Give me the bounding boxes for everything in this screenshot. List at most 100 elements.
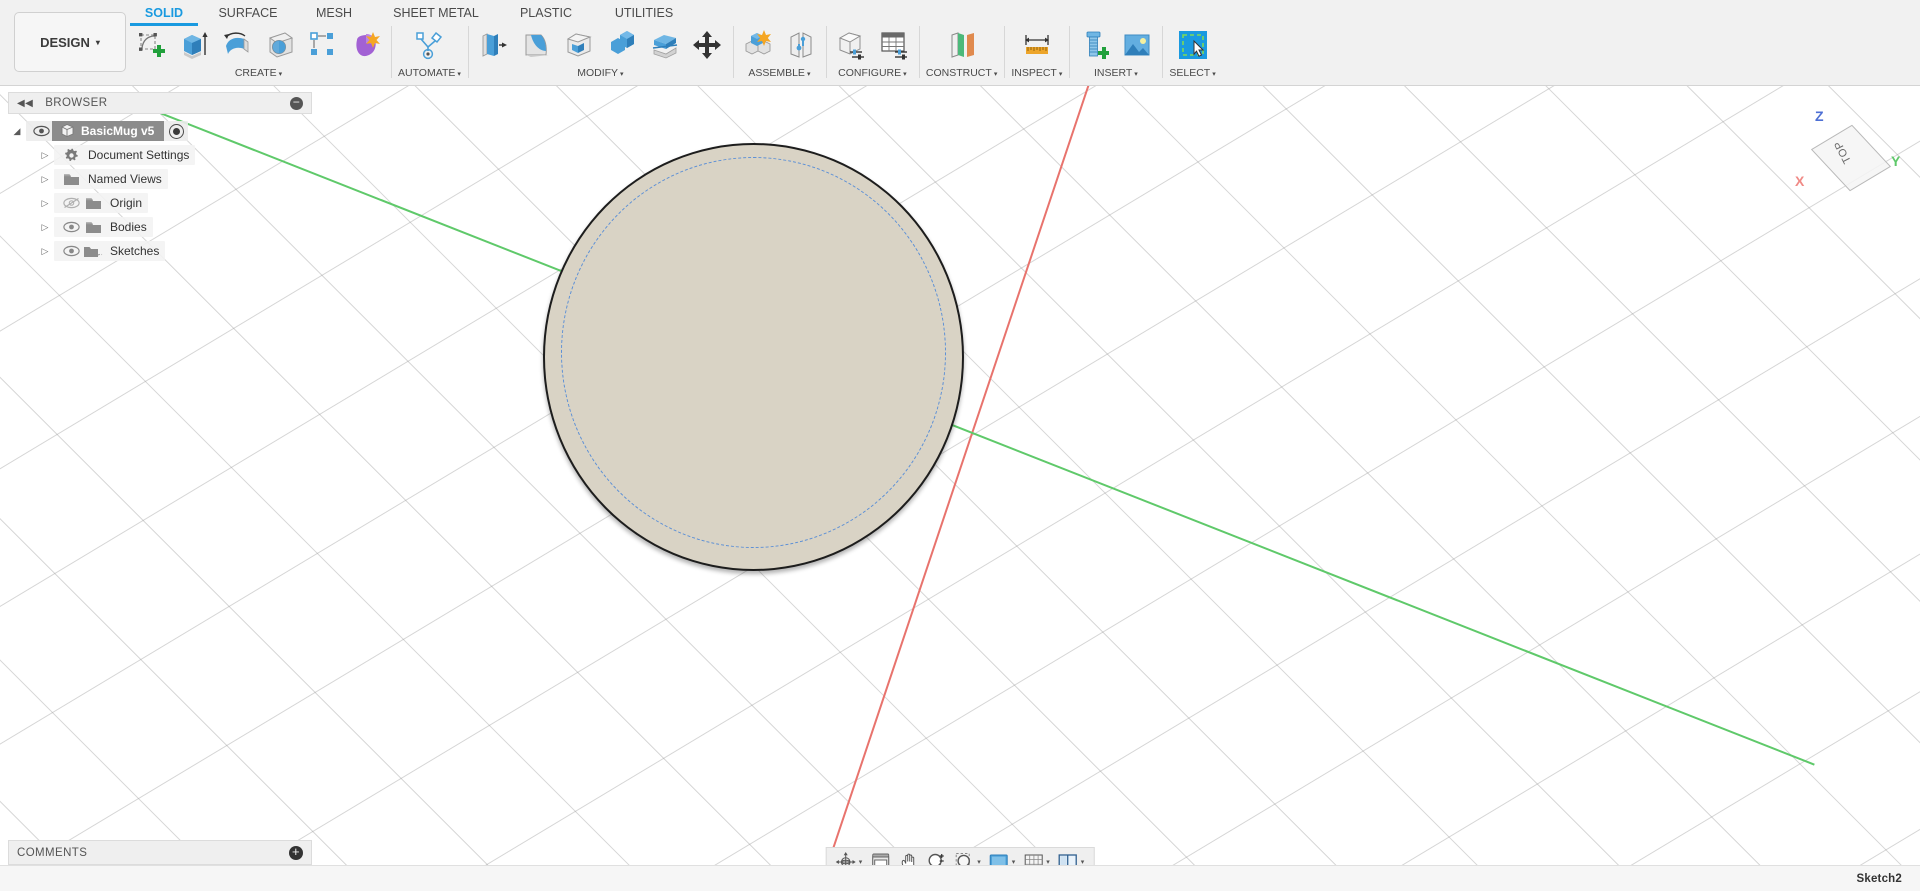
tool-group-insert: INSERT ▾ xyxy=(1069,24,1162,86)
tree-item-origin[interactable]: ▷ Origin xyxy=(8,191,312,215)
folder-icon xyxy=(82,220,104,234)
tree-item-basicmug-label-box[interactable]: BasicMug v5 xyxy=(52,121,165,141)
tool-group-label[interactable]: MODIFY ▾ xyxy=(577,67,623,79)
tool-group-label[interactable]: SELECT ▾ xyxy=(1169,67,1215,79)
tree-item-label: Sketches xyxy=(110,244,160,258)
combine-icon[interactable] xyxy=(604,26,640,64)
split-face-icon[interactable] xyxy=(647,26,683,64)
configure-body-icon[interactable] xyxy=(833,26,869,64)
tool-group-label-text: INSERT xyxy=(1093,67,1133,79)
tool-group-label-text: ASSEMBLE xyxy=(748,67,805,79)
sweep-icon[interactable] xyxy=(262,26,298,64)
ribbon-tab-surface[interactable]: SURFACE xyxy=(202,4,294,26)
tool-group-label[interactable]: AUTOMATE ▾ xyxy=(398,67,461,79)
tree-item-document-settings[interactable]: ▷ Document Settings xyxy=(8,143,312,167)
insert-image-icon[interactable] xyxy=(1119,26,1155,64)
ribbon-tab-solid[interactable]: SOLID xyxy=(126,4,202,26)
sketch-circle-profile[interactable] xyxy=(561,157,946,548)
folder-icon xyxy=(82,196,104,210)
comments-panel[interactable]: COMMENTS + xyxy=(8,840,312,865)
ribbon-tab-label: SURFACE xyxy=(218,6,278,20)
shell-icon[interactable] xyxy=(561,26,597,64)
form-icon[interactable] xyxy=(348,26,384,64)
axis-label-z: Z xyxy=(1815,108,1824,124)
tool-group-create: CREATE ▾ xyxy=(126,24,391,86)
automate-icon[interactable] xyxy=(411,26,447,64)
ribbon-tab-mesh[interactable]: MESH xyxy=(294,4,374,26)
add-comment-icon[interactable]: + xyxy=(289,845,303,860)
tool-group-label-text: CONSTRUCT xyxy=(925,67,992,79)
ribbon-tab-utilities[interactable]: UTILITIES xyxy=(594,4,694,26)
tool-group-label[interactable]: CREATE ▾ xyxy=(235,67,282,79)
view-cube[interactable]: TOP Z X Y xyxy=(1795,108,1915,213)
eye-icon[interactable] xyxy=(30,125,52,137)
create-sketch-icon[interactable] xyxy=(133,26,169,64)
tool-group-inspect: INSPECT ▾ xyxy=(1004,24,1069,86)
browser-panel: ◀◀ BROWSER − ◢ BasicMug v5 ▷ Document Se… xyxy=(8,92,312,263)
browser-tree: ◢ BasicMug v5 ▷ Document Settings ▷ Name… xyxy=(8,114,312,263)
chevron-down-icon: ▾ xyxy=(1134,71,1138,78)
mug-body-circle[interactable] xyxy=(543,143,964,571)
tool-group-construct: CONSTRUCT ▾ xyxy=(918,24,1004,86)
expand-arrow-icon[interactable]: ▷ xyxy=(36,174,54,185)
collapse-panel-icon[interactable]: ◀◀ xyxy=(17,98,33,109)
active-sketch-label: Sketch2 xyxy=(1856,872,1902,885)
expand-arrow-icon[interactable]: ▷ xyxy=(36,246,54,257)
fillet-icon[interactable] xyxy=(518,26,554,64)
tool-group-assemble: ASSEMBLE ▾ xyxy=(732,24,826,86)
tree-item-sketches[interactable]: ▷ Sketches xyxy=(8,239,312,263)
tool-group-label-text: AUTOMATE xyxy=(398,67,456,79)
insert-mcmaster-icon[interactable] xyxy=(1076,26,1112,64)
pattern-icon[interactable] xyxy=(305,26,341,64)
expand-arrow-icon[interactable]: ◢ xyxy=(8,126,26,137)
eye-icon[interactable] xyxy=(60,245,82,257)
expand-arrow-icon[interactable]: ▷ xyxy=(36,198,54,209)
tool-group-label-text: INSPECT xyxy=(1011,67,1057,79)
ribbon-tool-strip: CREATE ▾ AUTOMATE ▾ MODIFY ▾ ASSEMBLE ▾ CONFIGUR… xyxy=(126,24,1223,86)
extrude-icon[interactable] xyxy=(176,26,212,64)
tree-item-named-views[interactable]: ▷ Named Views xyxy=(8,167,312,191)
ribbon-tab-label: SHEET METAL xyxy=(393,6,479,20)
chevron-down-icon: ▾ xyxy=(993,71,998,78)
tree-item-label: Origin xyxy=(110,196,143,210)
press-pull-icon[interactable] xyxy=(475,26,511,64)
tree-item-label: Document Settings xyxy=(88,148,190,162)
chevron-down-icon: ▾ xyxy=(903,71,907,78)
chevron-down-icon: ▾ xyxy=(1212,71,1216,78)
revolve-icon[interactable] xyxy=(219,26,255,64)
move-copy-icon[interactable] xyxy=(690,26,726,64)
joint-icon[interactable] xyxy=(783,26,819,64)
workspace-switcher-button[interactable]: DESIGN ▾ xyxy=(14,12,126,72)
tool-group-label[interactable]: ASSEMBLE ▾ xyxy=(748,67,810,79)
tool-group-label-text: MODIFY xyxy=(577,67,619,79)
expand-arrow-icon[interactable]: ▷ xyxy=(36,222,54,233)
ribbon-tab-sheet-metal[interactable]: SHEET METAL xyxy=(374,4,498,26)
ribbon-tab-label: MESH xyxy=(315,6,353,20)
chevron-down-icon: ▾ xyxy=(806,71,811,78)
chevron-down-icon: ▾ xyxy=(620,71,624,78)
axis-label-y: Y xyxy=(1891,153,1901,169)
comments-title: COMMENTS xyxy=(17,846,88,859)
tool-group-label[interactable]: CONSTRUCT ▾ xyxy=(926,67,997,79)
configure-table-icon[interactable] xyxy=(876,26,912,64)
new-component-icon[interactable] xyxy=(740,26,776,64)
eye-icon[interactable] xyxy=(60,221,82,233)
tree-item-bodies[interactable]: ▷ Bodies xyxy=(8,215,312,239)
minimize-browser-icon[interactable]: − xyxy=(290,96,303,110)
eye-off-icon[interactable] xyxy=(60,197,82,209)
tree-item-label: Bodies xyxy=(110,220,147,234)
tool-group-label[interactable]: INSERT ▾ xyxy=(1094,67,1138,79)
tree-item-label: Named Views xyxy=(88,172,162,186)
ribbon-tab-plastic[interactable]: PLASTIC xyxy=(498,4,594,26)
measure-icon[interactable] xyxy=(1019,26,1055,64)
tool-group-label[interactable]: INSPECT ▾ xyxy=(1011,67,1062,79)
tool-group-label-text: CONFIGURE xyxy=(838,67,902,79)
browser-title: BROWSER xyxy=(45,97,108,109)
select-window-icon[interactable] xyxy=(1175,26,1211,64)
offset-plane-icon[interactable] xyxy=(944,26,980,64)
tool-group-label-text: SELECT xyxy=(1169,67,1211,79)
tool-group-label[interactable]: CONFIGURE ▾ xyxy=(838,67,907,79)
expand-arrow-icon[interactable]: ▷ xyxy=(36,150,54,161)
active-component-radio[interactable] xyxy=(169,123,185,139)
tree-item-basicmug[interactable]: ◢ BasicMug v5 xyxy=(8,119,312,143)
